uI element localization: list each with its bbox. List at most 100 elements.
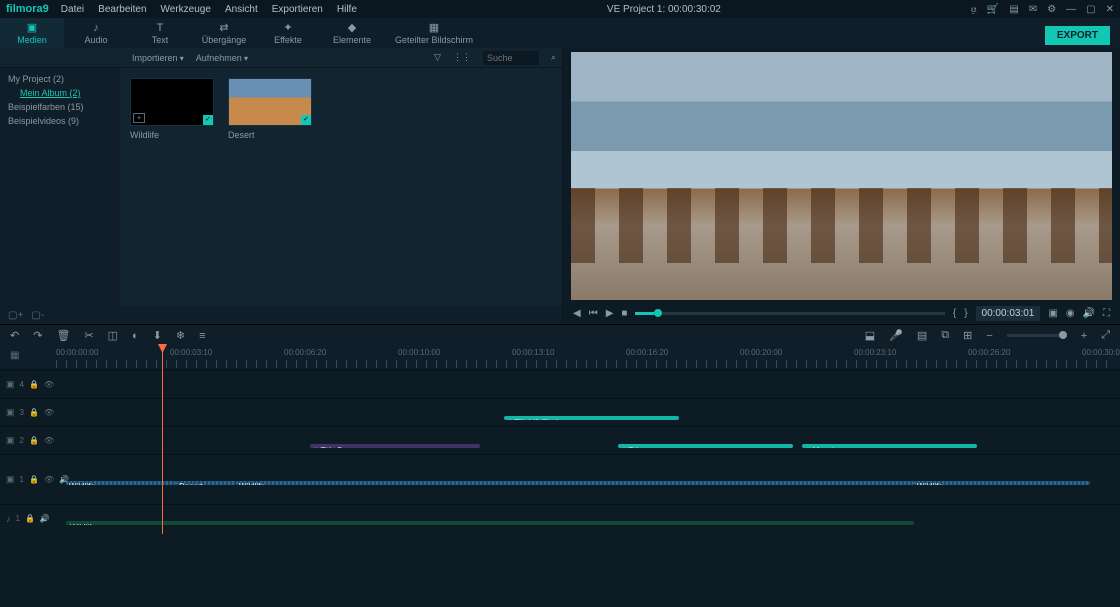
camera-icon[interactable]: ▣ (1048, 308, 1057, 319)
record-dropdown[interactable]: Aufnehmen (196, 53, 248, 63)
lock-icon[interactable]: 🔒 (29, 436, 39, 445)
tab-uebergaenge[interactable]: ⇄Übergänge (192, 18, 256, 48)
filter-icon[interactable]: ▽ (434, 52, 441, 63)
stop-icon[interactable]: ■ (621, 308, 627, 319)
eye-icon[interactable]: 👁 (44, 408, 54, 417)
export-frame-icon[interactable]: ⬇ (153, 329, 162, 342)
track-a1[interactable]: ♪1🔒🔊 Wildlife (0, 504, 1120, 532)
zoom-out-icon[interactable]: − (986, 330, 992, 342)
search-input[interactable] (483, 51, 539, 65)
add-icon[interactable]: + (133, 113, 145, 123)
mark-in-icon[interactable]: { (953, 308, 956, 319)
crop-icon[interactable]: ◫ (108, 329, 118, 342)
clip[interactable]: Desert (176, 481, 236, 485)
eye-icon[interactable]: 👁 (44, 436, 54, 445)
render-icon[interactable]: ▤ (917, 329, 927, 342)
clip[interactable]: ▯ Tiltshift Circle (504, 416, 679, 420)
tree-mein-album[interactable]: Mein Album (2) (0, 86, 120, 100)
mark-out-icon[interactable]: } (964, 308, 967, 319)
import-dropdown[interactable]: Importieren (132, 53, 184, 63)
maximize-icon[interactable]: ▢ (1086, 4, 1095, 15)
prev-icon[interactable]: ◀ (573, 308, 581, 319)
volume-icon[interactable]: 🔊 (1083, 308, 1095, 319)
clip[interactable]: Wildlife (66, 521, 914, 525)
track-v1[interactable]: ▣1🔒👁🔊 WildlifeDesertWildlifeWildlife (0, 454, 1120, 504)
tab-audio[interactable]: ♪Audio (64, 18, 128, 48)
preview-viewport[interactable] (571, 52, 1112, 300)
zoom-fit-icon[interactable]: ⤢ (1101, 329, 1110, 342)
export-button[interactable]: EXPORT (1045, 26, 1110, 45)
freeze-icon[interactable]: ❄ (176, 329, 185, 342)
eye-icon[interactable]: 👁 (44, 380, 54, 389)
cart-icon[interactable]: 🛒 (987, 4, 999, 15)
scissors-icon[interactable]: ✂ (84, 329, 93, 342)
tab-geteilter-bildschirm[interactable]: ▦Geteilter Bildschirm (384, 18, 484, 48)
mute-icon[interactable]: 🔊 (40, 514, 50, 523)
marker-icon[interactable]: ⬓ (865, 329, 875, 342)
tab-elemente[interactable]: ◆Elemente (320, 18, 384, 48)
track-manager-icon[interactable]: ▦ (10, 350, 19, 361)
tree-my-project[interactable]: My Project (2) (0, 72, 120, 86)
search-icon[interactable]: ⌕ (551, 52, 556, 63)
close-icon[interactable]: ✕ (1106, 4, 1114, 15)
overlap-icon[interactable]: ⧉ (941, 329, 949, 342)
tree-beispielfarben[interactable]: Beispielfarben (15) (0, 100, 120, 114)
clipboard-icon[interactable]: ▤ (1009, 4, 1018, 15)
minimize-icon[interactable]: — (1066, 4, 1076, 15)
window-title: VE Project 1: 00:00:30:02 (357, 4, 971, 15)
undo-icon[interactable]: ↶ (10, 329, 19, 342)
zoom-slider[interactable] (1007, 334, 1067, 337)
eye-icon[interactable]: 👁 (44, 475, 54, 484)
seek-slider[interactable] (635, 312, 944, 315)
playhead[interactable] (162, 346, 163, 534)
lock-icon[interactable]: 🔒 (29, 408, 39, 417)
tab-effekte[interactable]: ✦Effekte (256, 18, 320, 48)
track-v4[interactable]: ▣4🔒👁 (0, 370, 1120, 398)
fullscreen-icon[interactable]: ⛶ (1103, 308, 1110, 319)
menu-werkzeuge[interactable]: Werkzeuge (161, 4, 211, 15)
play-icon[interactable]: ▶ (606, 308, 614, 319)
menu-exportieren[interactable]: Exportieren (272, 4, 323, 15)
color-icon[interactable]: ◐ (132, 330, 139, 342)
check-icon: ✓ (203, 115, 213, 125)
tab-label: Effekte (274, 35, 302, 45)
lock-icon[interactable]: 🔒 (29, 475, 39, 484)
step-back-icon[interactable]: ⏮ (589, 308, 598, 319)
menu-bearbeiten[interactable]: Bearbeiten (98, 4, 146, 15)
snapshot-icon[interactable]: ◉ (1066, 308, 1075, 319)
clip[interactable]: Wildlife (236, 481, 914, 485)
track-v2[interactable]: ▣2🔒👁 ▯ Title 5▯ Tds▯ Mosaic (0, 426, 1120, 454)
tree-beispielvideos[interactable]: Beispielvideos (9) (0, 114, 120, 128)
mic-icon[interactable]: 🎤 (889, 329, 903, 342)
track-v3[interactable]: ▣3🔒👁 ▯ Tiltshift Circle (0, 398, 1120, 426)
snap-icon[interactable]: ⊞ (963, 329, 972, 342)
user-icon[interactable]: ⍶ (971, 4, 977, 15)
sort-icon[interactable]: ⋮⋮ (453, 52, 471, 63)
lock-icon[interactable]: 🔒 (25, 514, 35, 523)
redo-icon[interactable]: ↷ (33, 329, 42, 342)
new-folder-icon[interactable]: ▢+ (8, 310, 23, 321)
thumb-wildlife[interactable]: + ✓ Wildlife (130, 78, 214, 140)
clip[interactable]: ▯ Mosaic (802, 444, 977, 448)
clip[interactable]: ▯ Title 5 (310, 444, 480, 448)
delete-folder-icon[interactable]: ▢- (31, 310, 44, 321)
thumb-label: Wildlife (130, 130, 214, 140)
thumb-desert[interactable]: ✓ Desert (228, 78, 312, 140)
tab-text[interactable]: TText (128, 18, 192, 48)
tl-settings-icon[interactable]: ≡ (199, 330, 205, 342)
delete-icon[interactable]: 🗑 (56, 329, 70, 342)
clip[interactable]: Wildlife (66, 481, 176, 485)
menu-datei[interactable]: Datei (61, 4, 84, 15)
clip[interactable]: ▯ Tds (618, 444, 793, 448)
ruler-mark: 00:00:23:10 (854, 348, 896, 357)
settings-icon[interactable]: ⚙ (1047, 4, 1056, 15)
lock-icon[interactable]: 🔒 (29, 380, 39, 389)
tab-medien[interactable]: ▣Medien (0, 18, 64, 48)
menu-ansicht[interactable]: Ansicht (225, 4, 258, 15)
zoom-in-icon[interactable]: + (1081, 330, 1087, 342)
message-icon[interactable]: ✉ (1029, 4, 1037, 15)
clip[interactable]: Wildlife (914, 481, 1090, 485)
time-ruler[interactable]: ▦ 00:00:00:0000:00:03:1000:00:06:2000:00… (0, 346, 1120, 368)
menu-hilfe[interactable]: Hilfe (337, 4, 357, 15)
track-num: 4 (20, 380, 24, 389)
